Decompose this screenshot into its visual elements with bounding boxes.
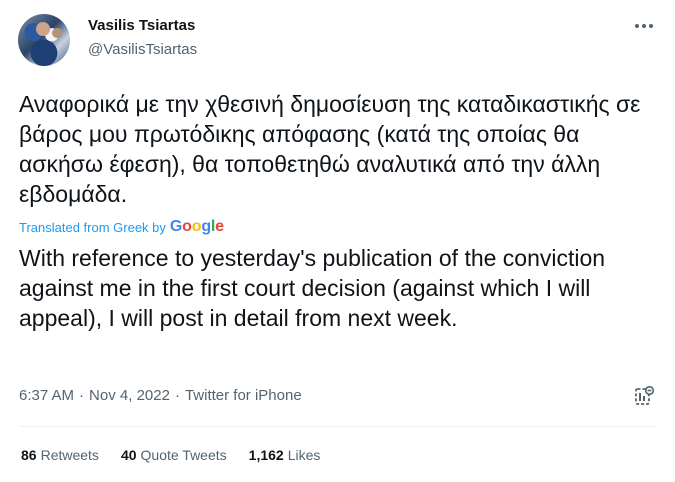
tweet-original-text: Αναφορικά με την χθεσινή δημοσίευση της … — [19, 91, 641, 207]
author-name[interactable]: Vasilis Tsiartas — [88, 17, 195, 34]
tweet-translation-text: With reference to yesterday's publicatio… — [19, 245, 606, 331]
avatar[interactable] — [18, 14, 70, 66]
translation-attribution[interactable]: Translated from Greek by Google — [19, 218, 224, 236]
author-handle[interactable]: @VasilisTsiartas — [88, 41, 197, 58]
retweets-label: Retweets — [40, 447, 99, 463]
quote-tweets-label: Quote Tweets — [140, 447, 227, 463]
google-logo: Google — [169, 218, 224, 235]
retweets-stat[interactable]: 86 Retweets — [21, 447, 99, 463]
divider — [19, 426, 656, 427]
tweet-meta: 6:37 AM · Nov 4, 2022 · Twitter for iPho… — [19, 387, 302, 404]
likes-count: 1,162 — [248, 447, 284, 463]
quote-tweets-count: 40 — [120, 447, 137, 463]
translated-label: Translated from Greek by — [19, 219, 166, 235]
more-options-icon[interactable] — [632, 16, 656, 36]
likes-label: Likes — [287, 447, 321, 463]
tweet-analytics-icon[interactable] — [632, 384, 656, 408]
tweet-time[interactable]: 6:37 AM — [19, 387, 74, 404]
tweet-stats: 86 Retweets 40 Quote Tweets 1,162 Likes — [21, 447, 320, 463]
meta-separator: · — [174, 387, 180, 404]
meta-separator: · — [79, 387, 85, 404]
likes-stat[interactable]: 1,162 Likes — [249, 447, 321, 463]
tweet-date[interactable]: Nov 4, 2022 — [89, 387, 170, 404]
quote-tweets-stat[interactable]: 40 Quote Tweets — [121, 447, 227, 463]
tweet-source[interactable]: Twitter for iPhone — [185, 387, 302, 404]
retweets-count: 86 — [21, 447, 37, 463]
